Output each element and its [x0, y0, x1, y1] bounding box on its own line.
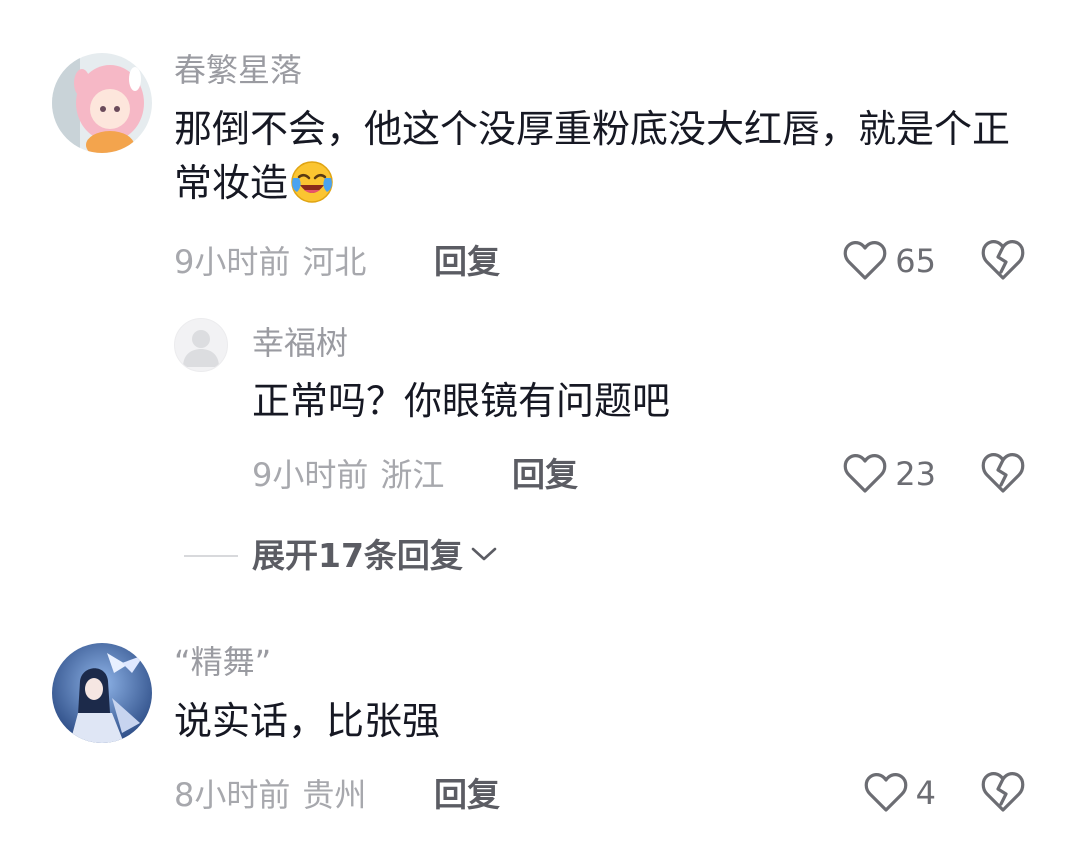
timestamp: 9小时前	[174, 243, 291, 281]
heart-outline-icon	[864, 773, 908, 813]
reply-button[interactable]: 回复	[434, 775, 500, 815]
comment-meta: 9小时前 河北	[174, 242, 366, 282]
chevron-down-icon	[463, 546, 497, 566]
like-count: 65	[895, 242, 936, 280]
heart-outline-icon	[843, 241, 887, 281]
like-count: 23	[895, 455, 936, 493]
expand-replies-button[interactable]: 展开17条回复	[184, 532, 497, 580]
username[interactable]: 春繁星落	[174, 50, 302, 90]
like-button[interactable]: 4	[836, 771, 936, 815]
comment-text: 说实话，比张强	[174, 699, 441, 743]
broken-heart-icon	[980, 453, 1026, 499]
reply-button[interactable]: 回复	[434, 242, 500, 282]
location: 贵州	[302, 776, 367, 814]
divider	[184, 555, 238, 557]
broken-heart-icon	[980, 772, 1026, 818]
avatar[interactable]	[52, 643, 152, 743]
broken-heart-icon	[980, 240, 1026, 286]
reply-text: 正常吗？你眼镜有问题吧	[252, 379, 671, 423]
like-count: 4	[915, 774, 936, 812]
username[interactable]: “精舞”	[174, 642, 271, 682]
like-button[interactable]: 23	[836, 452, 936, 496]
comment-meta: 8小时前 贵州	[174, 775, 366, 815]
username[interactable]: 幸福树	[252, 323, 348, 363]
timestamp: 9小时前	[252, 456, 369, 494]
reply-button[interactable]: 回复	[512, 455, 578, 495]
expand-replies-label: 展开17条回复	[252, 536, 463, 575]
dislike-button[interactable]	[980, 770, 1028, 818]
location: 浙江	[380, 456, 445, 494]
timestamp: 8小时前	[174, 776, 291, 814]
avatar[interactable]	[52, 53, 152, 153]
comment-text: 那倒不会，他这个没厚重粉底没大红唇，就是个正常妆造	[174, 102, 1034, 218]
heart-outline-icon	[843, 454, 887, 494]
like-button[interactable]: 65	[836, 239, 936, 283]
comment-meta: 9小时前 浙江	[252, 455, 444, 495]
avatar[interactable]	[174, 318, 228, 372]
location: 河北	[302, 243, 367, 281]
dislike-button[interactable]	[980, 451, 1028, 499]
laughing-crying-emoji-icon	[290, 160, 334, 218]
dislike-button[interactable]	[980, 238, 1028, 286]
